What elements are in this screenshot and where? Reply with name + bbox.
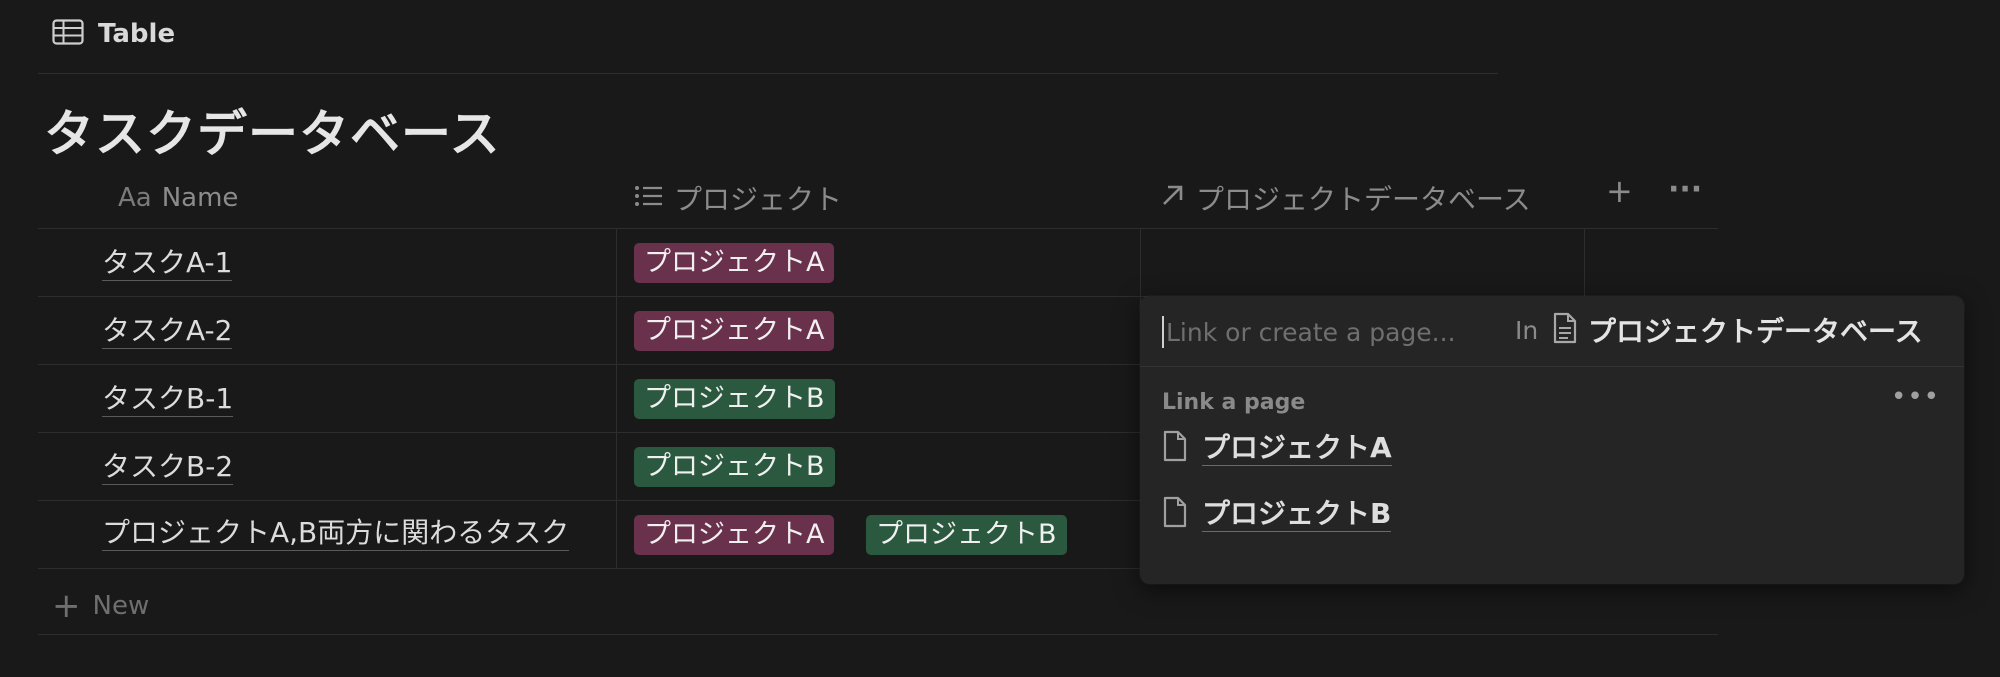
view-tab-table[interactable]: Table [52, 14, 175, 54]
list-icon [634, 182, 664, 215]
column-header-project[interactable]: プロジェクト [634, 170, 842, 226]
target-database-name: プロジェクトデータベース [1588, 315, 1923, 348]
link-page-title: プロジェクトB [1202, 496, 1392, 532]
in-label: In [1515, 316, 1539, 345]
table-row-divider [38, 634, 1718, 635]
table-icon [52, 19, 84, 49]
plus-icon: + [52, 586, 81, 626]
link-page-title: プロジェクトA [1202, 430, 1392, 466]
arrow-up-right-icon [1160, 182, 1186, 215]
project-tag[interactable]: プロジェクトB [634, 447, 835, 487]
table-column-divider [1584, 228, 1585, 296]
link-page-popup: In プロジェクトデータベース Link a page ••• プロジェクトA [1140, 296, 1964, 584]
row-name-cell[interactable]: プロジェクトA,B両方に関わるタスク [102, 516, 570, 551]
link-page-option[interactable]: プロジェクトA [1162, 424, 1392, 472]
row-name-cell[interactable]: タスクA-2 [102, 314, 233, 349]
page-icon [1162, 430, 1188, 466]
new-row-label: New [92, 591, 150, 621]
project-tag[interactable]: プロジェクトB [634, 379, 835, 419]
project-tag[interactable]: プロジェクトB [866, 515, 1067, 555]
link-page-option[interactable]: プロジェクトB [1162, 490, 1392, 538]
section-label: Link a page [1162, 390, 1306, 415]
view-divider [38, 73, 1498, 74]
table-column-divider [616, 228, 617, 568]
project-tag[interactable]: プロジェクトA [634, 311, 835, 351]
popup-search-row: In プロジェクトデータベース [1140, 296, 1964, 367]
row-name-cell[interactable]: タスクA-1 [102, 246, 233, 281]
table-row-divider [38, 228, 1718, 229]
row-name-cell[interactable]: タスクB-2 [102, 450, 234, 485]
text-type-icon: Aa [118, 183, 152, 213]
target-database[interactable]: プロジェクトデータベース [1552, 310, 1923, 350]
new-row-button[interactable]: + New [52, 586, 149, 626]
column-header-relation[interactable]: プロジェクトデータベース [1160, 170, 1531, 226]
column-header-label: プロジェクトデータベース [1196, 183, 1531, 216]
project-tag[interactable]: プロジェクトA [634, 243, 835, 283]
column-header-name[interactable]: Aa Name [118, 170, 238, 226]
add-property-button[interactable]: + [1606, 172, 1633, 210]
view-tab-label: Table [98, 19, 176, 49]
page-icon [1552, 312, 1578, 348]
more-options-button[interactable]: ··· [1668, 172, 1702, 207]
more-icon[interactable]: ••• [1891, 382, 1940, 412]
page-icon [1162, 496, 1188, 532]
column-header-label: プロジェクト [674, 183, 843, 216]
project-tag[interactable]: プロジェクトA [634, 515, 835, 555]
row-name-cell[interactable]: タスクB-1 [102, 382, 234, 417]
database-title[interactable]: タスクデータベース [44, 94, 501, 166]
column-header-label: Name [161, 183, 239, 213]
